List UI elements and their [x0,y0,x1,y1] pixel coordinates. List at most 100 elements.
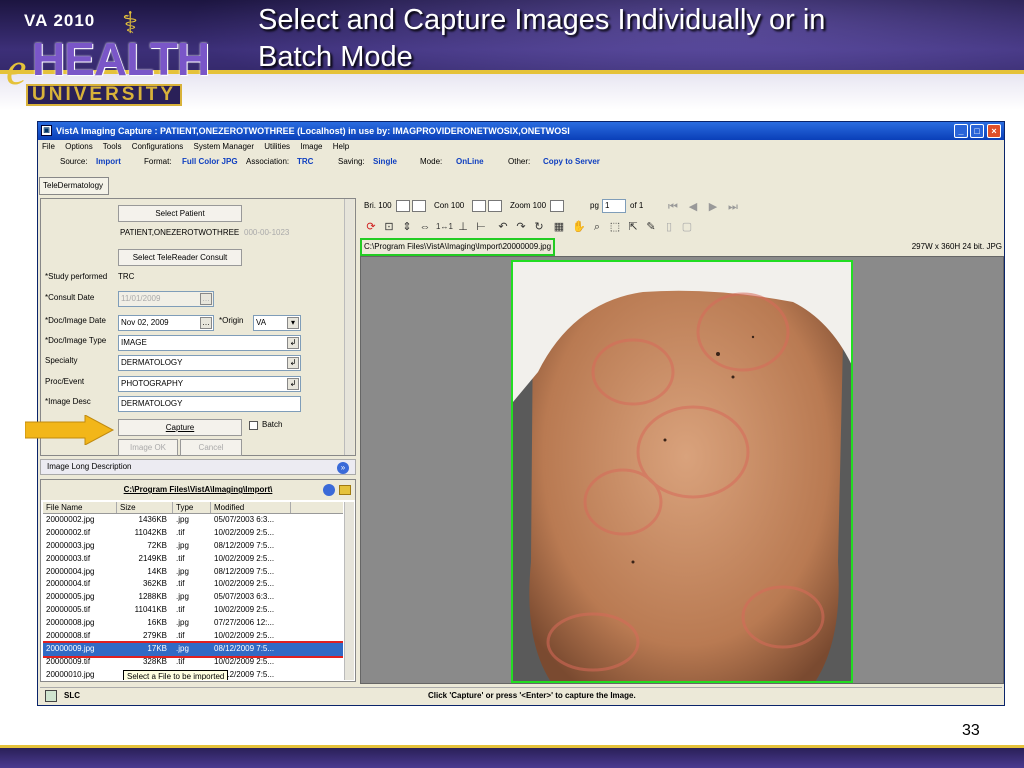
select-telereader-consult-button[interactable]: Select TeleReader Consult [118,249,242,266]
form-scrollbar[interactable] [344,199,354,455]
fit-width-icon[interactable]: ⇔ [418,220,432,234]
table-row[interactable]: 20000008.tif 279KB .tif 10/02/2009 2:5... [43,630,343,643]
pan-hand-icon[interactable]: ✋ [572,220,586,234]
origin-select[interactable]: VA ▾ [253,315,301,331]
table-row[interactable]: 20000005.tif 11041KB .tif 10/02/2009 2:5... [43,604,343,617]
close-button[interactable]: × [987,124,1001,138]
chevron-down-icon[interactable]: ▾ [287,317,299,329]
table-row[interactable]: 20000005.jpg 1288KB .jpg 05/07/2003 6:3... [43,591,343,604]
column-file-name[interactable]: File Name [43,502,117,513]
app-icon: ▣ [41,125,52,136]
file-list-scrollbar[interactable] [344,502,354,680]
image-ok-button[interactable]: Image OK [118,439,178,456]
mode-label: Mode: [420,157,443,166]
column-modified[interactable]: Modified [211,502,291,513]
status-bar: SLC Click 'Capture' or press '<Enter>' t… [40,687,1002,704]
format-value[interactable]: Full Color JPG [182,153,238,171]
calendar-picker-icon[interactable]: … [200,293,212,305]
select-tool-icon[interactable]: ⇱ [626,220,640,234]
table-row[interactable]: 20000009.tif 328KB .tif 10/02/2009 2:5... [43,656,343,669]
file-modified-cell: 10/02/2009 2:5... [214,605,275,615]
proc-event-field[interactable]: PHOTOGRAPHY ↲ [118,376,301,392]
menu-help[interactable]: Help [333,142,349,151]
flip-vertical-icon[interactable]: ⊥ [456,220,470,234]
rotate-180-icon[interactable]: ↻ [532,220,546,234]
annotate-icon[interactable]: ✎ [644,220,658,234]
rotate-right-icon[interactable]: ↷ [514,220,528,234]
table-row[interactable]: 20000003.tif 2149KB .tif 10/02/2009 2:5... [43,553,343,566]
table-row[interactable]: 20000004.tif 362KB .tif 10/02/2009 2:5... [43,578,343,591]
tab-teledermatology[interactable]: TeleDermatology [39,177,109,195]
other-value[interactable]: Copy to Server [543,153,600,171]
last-page-icon[interactable]: ⏭ [726,200,740,214]
select-patient-button[interactable]: Select Patient [118,205,242,222]
image-viewer[interactable] [360,256,1004,684]
page-input[interactable]: 1 [602,199,626,213]
mode-value[interactable]: OnLine [456,153,484,171]
menu-tools[interactable]: Tools [103,142,122,151]
fit-window-icon[interactable]: ⊡ [382,220,396,234]
invert-icon[interactable]: ▦ [552,220,566,234]
brightness-slider-2[interactable] [412,200,426,212]
minimize-button[interactable]: _ [954,124,968,138]
previous-page-icon[interactable]: ◀ [686,200,700,214]
specialty-field[interactable]: DERMATOLOGY ↲ [118,355,301,371]
clear-icon[interactable]: ▢ [680,220,694,234]
actual-size-icon[interactable]: 1↔1 [436,220,453,234]
cancel-button[interactable]: Cancel [180,439,242,456]
window-titlebar[interactable]: ▣ VistA Imaging Capture : PATIENT,ONEZER… [38,122,1004,140]
next-page-icon[interactable]: ▶ [706,200,720,214]
contrast-slider-2[interactable] [488,200,502,212]
table-row[interactable]: 20000002.jpg 1436KB .jpg 05/07/2003 6:3... [43,514,343,527]
batch-checkbox[interactable] [249,421,258,430]
slide-title-line2: Batch Mode [258,41,413,73]
lookup-arrow-icon[interactable]: ↲ [287,337,299,349]
menu-utilities[interactable]: Utilities [264,142,290,151]
folder-icon[interactable] [339,485,351,495]
calendar-picker-icon[interactable]: … [200,317,212,329]
source-value[interactable]: Import [96,153,121,171]
menu-configurations[interactable]: Configurations [132,142,184,151]
zoom-slider[interactable] [550,200,564,212]
fit-height-icon[interactable]: ⇕ [400,220,414,234]
zoom-rect-icon[interactable]: ⬚ [608,220,622,234]
import-directory-path[interactable]: C:\Program Files\VistA\Imaging\Import\ [124,485,273,494]
table-row[interactable]: 20000002.tif 11042KB .tif 10/02/2009 2:5... [43,527,343,540]
menu-options[interactable]: Options [65,142,93,151]
file-type-cell: .tif [176,579,185,589]
table-row[interactable]: 20000003.jpg 72KB .jpg 08/12/2009 7:5... [43,540,343,553]
image-desc-field[interactable]: DERMATOLOGY [118,396,301,412]
file-modified-cell: 10/02/2009 2:5... [214,656,275,666]
first-page-icon[interactable]: ⏮ [666,200,680,214]
column-size[interactable]: Size [117,502,173,513]
flip-horizontal-icon[interactable]: ⊢ [474,220,488,234]
doc-image-date-field[interactable]: Nov 02, 2009 … [118,315,214,331]
table-row[interactable]: 20000004.jpg 14KB .jpg 08/12/2009 7:5... [43,566,343,579]
refresh-icon[interactable] [323,484,335,496]
association-value[interactable]: TRC [297,153,313,171]
rotate-left-icon[interactable]: ↶ [496,220,510,234]
lookup-arrow-icon[interactable]: ↲ [287,378,299,390]
menu-file[interactable]: File [42,142,55,151]
saving-value[interactable]: Single [373,153,397,171]
doc-image-type-field[interactable]: IMAGE ↲ [118,335,301,351]
image-path-bar: C:\Program Files\VistA\Imaging\Import\20… [359,238,1004,256]
maximize-button[interactable]: □ [970,124,984,138]
file-type-cell: .tif [176,553,185,563]
column-type[interactable]: Type [173,502,211,513]
table-row-selected[interactable]: 20000009.jpg 17KB .jpg 08/12/2009 7:5... [43,640,343,658]
brightness-slider[interactable] [396,200,410,212]
consult-date-field[interactable]: 11/01/2009 … [118,291,214,307]
image-long-description-bar[interactable]: Image Long Description » [40,459,356,475]
magnifier-icon[interactable]: ⌕ [590,220,604,234]
contrast-slider[interactable] [472,200,486,212]
menu-image[interactable]: Image [300,142,322,151]
expand-icon[interactable]: » [337,462,349,474]
menu-system-manager[interactable]: System Manager [194,142,254,151]
lookup-arrow-icon[interactable]: ↲ [287,357,299,369]
table-row[interactable]: 20000008.jpg 16KB .jpg 07/27/2006 12:... [43,617,343,630]
doc-image-date-value: Nov 02, 2009 [121,318,169,327]
copy-icon[interactable]: ▯ [662,220,676,234]
capture-button[interactable]: Capture [118,419,242,436]
reset-icon[interactable]: ⟳ [364,220,378,234]
